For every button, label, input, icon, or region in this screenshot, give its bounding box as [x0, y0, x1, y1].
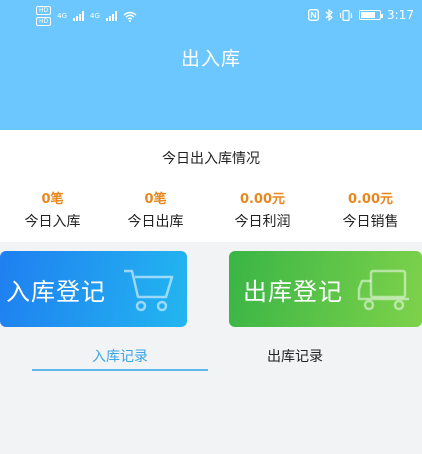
stat-label: 今日利润 [234, 214, 291, 230]
nfc-icon [308, 9, 319, 21]
stat-value: 0笔 [41, 192, 64, 207]
stat-label: 今日销售 [342, 214, 399, 230]
summary-title: 今日出入库情况 [162, 151, 260, 167]
signal-icon [105, 11, 117, 21]
status-left: HD HD 4G 4G [36, 6, 137, 26]
stat-label: 今日入库 [24, 214, 81, 230]
daily-summary-card: 今日出入库情况 0笔 今日入库 0笔 今日出库 0.00元 今日利润 0.00元… [0, 130, 422, 242]
vibrate-icon [339, 9, 353, 21]
network-type: 4G [57, 12, 68, 20]
app-header: HD HD 4G 4G 3:17 出入库 [0, 0, 422, 130]
stat-today-outbound: 0笔 今日出库 [103, 192, 208, 231]
outbound-register-label: 出库登记 [243, 277, 343, 306]
stat-today-inbound: 0笔 今日入库 [0, 192, 105, 231]
hd-badge: HD [36, 17, 52, 26]
stat-label: 今日出库 [127, 214, 184, 230]
stat-value: 0.00元 [239, 192, 286, 207]
wifi-icon [123, 11, 137, 22]
bluetooth-icon [325, 9, 333, 21]
stat-today-profit: 0.00元 今日利润 [210, 192, 315, 231]
tab-inbound-records[interactable]: 入库记录 [32, 346, 208, 366]
hd-badges: HD HD [36, 6, 52, 26]
stat-today-sales: 0.00元 今日销售 [318, 192, 422, 231]
shopping-cart-icon [124, 269, 174, 312]
stat-value: 0.00元 [347, 192, 394, 207]
stat-value: 0笔 [144, 192, 167, 207]
hd-badge: HD [36, 6, 52, 15]
truck-icon [357, 269, 409, 311]
tab-outbound-records[interactable]: 出库记录 [230, 346, 360, 366]
inbound-register-label: 入库登记 [6, 277, 106, 306]
clock: 3:17 [387, 8, 414, 22]
status-right: 3:17 [308, 8, 414, 22]
signal-icon [73, 11, 85, 21]
active-tab-indicator [32, 369, 208, 371]
battery-icon [359, 10, 384, 20]
inbound-register-button[interactable]: 入库登记 [0, 251, 187, 327]
network-type: 4G [90, 12, 100, 20]
page-title: 出入库 [180, 48, 241, 70]
outbound-register-button[interactable]: 出库登记 [229, 251, 422, 327]
status-bar: HD HD 4G 4G 3:17 [0, 0, 422, 32]
